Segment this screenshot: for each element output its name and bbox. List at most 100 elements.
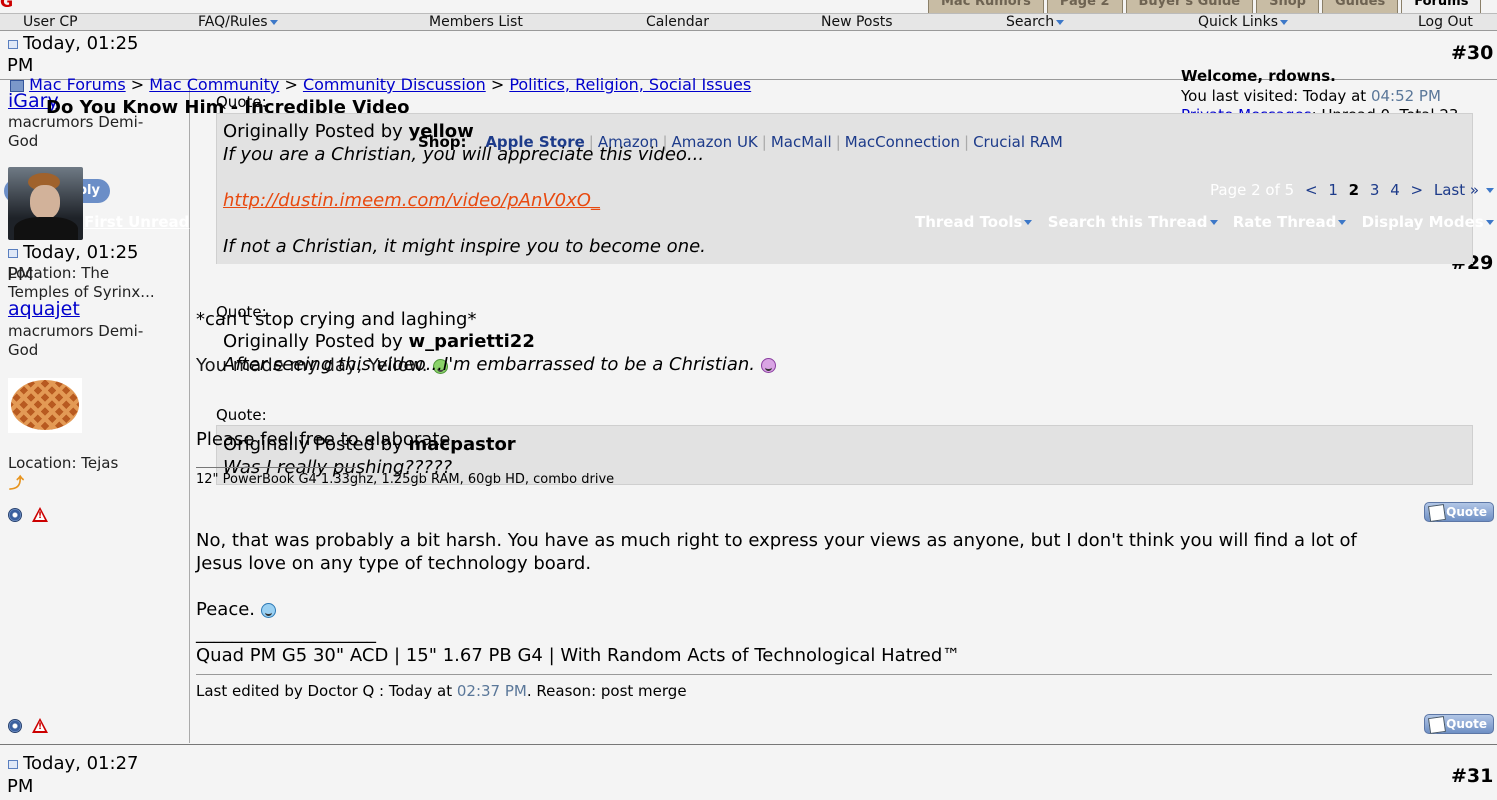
search-this-thread[interactable]: Search this Thread	[1048, 213, 1218, 231]
thread-tools[interactable]: Thread Tools	[915, 213, 1033, 231]
edited-time: 02:37 PM	[456, 682, 527, 700]
page-next[interactable]: >	[1411, 181, 1424, 199]
tab-page-2[interactable]: Page 2	[1046, 0, 1123, 14]
page-2-current: 2	[1348, 181, 1360, 199]
edit-divider	[196, 674, 1492, 675]
dropdown-arrow-icon	[1056, 19, 1065, 25]
breadcrumb-mac-community[interactable]: Mac Community	[149, 75, 279, 94]
post-icon	[8, 249, 18, 258]
post-ampm-31: PM	[7, 776, 34, 797]
tab-shop[interactable]: Shop	[1256, 0, 1319, 14]
first-unread-link[interactable]: First Unread	[84, 213, 189, 231]
video-link[interactable]: http://dustin.imeem.com/video/pAnV0xO_	[223, 190, 600, 211]
report-warning-icon[interactable]	[32, 718, 48, 733]
dropdown-arrow-icon	[1280, 19, 1289, 25]
signature-aquajet: 12" PowerBook G4 1.33ghz, 1.25gb RAM, 60…	[196, 472, 615, 487]
shop-label: Shop:	[418, 133, 467, 151]
post-date-30: Today, 01:25	[8, 33, 138, 54]
dropdown-arrow-icon	[1338, 220, 1347, 225]
nav-calendar[interactable]: Calendar	[646, 14, 709, 30]
signature-divider-text: ____________________	[196, 623, 376, 644]
nav-search[interactable]: Search	[1006, 14, 1065, 30]
shop-macmall[interactable]: MacMall	[771, 133, 832, 151]
online-status-icon	[8, 508, 22, 522]
breadcrumb: Mac Forums > Mac Community > Community D…	[10, 75, 751, 94]
quote-text-w-parietti: After seeing this video...I'm embarrasse…	[223, 353, 776, 376]
breadcrumb-separator: >	[490, 75, 505, 94]
welcome-greeting: Welcome, rdowns.	[1181, 67, 1336, 85]
quote-attribution: Originally Posted by w_parietti22	[223, 331, 535, 352]
breadcrumb-separator: >	[284, 75, 298, 94]
page-1[interactable]: 1	[1328, 181, 1338, 199]
post-date-29: Today, 01:25	[8, 242, 138, 263]
user-title-aquajet-2: God	[8, 341, 39, 359]
dropdown-arrow-icon	[1024, 220, 1033, 225]
last-visited: You last visited: Today at 04:52 PM	[1181, 87, 1441, 105]
avatar-aquajet	[8, 378, 82, 433]
nav-new-posts[interactable]: New Posts	[821, 14, 893, 30]
quote-author: w_parietti22	[408, 331, 535, 352]
tab-forums[interactable]: Forums	[1401, 0, 1482, 14]
dropdown-arrow-icon	[1209, 220, 1218, 225]
signature-divider	[196, 467, 356, 468]
breadcrumb-politics[interactable]: Politics, Religion, Social Issues	[509, 75, 751, 94]
user-title-igary: macrumors Demi-	[8, 113, 144, 131]
nav-members-list[interactable]: Members List	[429, 14, 523, 30]
report-warning-icon[interactable]	[32, 507, 48, 522]
thread-tools-bar: Thread Tools Search this Thread Rate Thr…	[915, 213, 1494, 231]
shop-apple-store[interactable]: Apple Store	[485, 133, 584, 151]
quote-button[interactable]: Quote	[1424, 714, 1494, 734]
tab-buyers-guide[interactable]: Buyer's Guide	[1125, 0, 1254, 14]
smiley-tongue-icon	[760, 357, 776, 373]
display-modes[interactable]: Display Modes	[1362, 213, 1494, 231]
dropdown-arrow-icon	[269, 19, 278, 25]
logo-fragment: G	[0, 0, 14, 11]
dropdown-arrow-icon	[1485, 220, 1494, 225]
shop-macconnection[interactable]: MacConnection	[845, 133, 960, 151]
dropdown-arrow-icon[interactable]	[1485, 188, 1494, 193]
quote-text-2: If not a Christian, it might inspire you…	[223, 236, 706, 257]
user-title-igary-2: God	[8, 132, 39, 150]
post-date-31: Today, 01:27	[8, 753, 138, 774]
site-tabs: Mac Rumors Page 2 Buyer's Guide Shop Gui…	[928, 0, 1484, 14]
shop-crucial-ram[interactable]: Crucial RAM	[973, 133, 1063, 151]
post-body-line1: No, that was probably a bit harsh. You h…	[196, 530, 1357, 551]
signature-igary: Quad PM G5 30" ACD | 15" 1.67 PB G4 | Wi…	[196, 645, 961, 666]
post-number-30[interactable]: #30	[1451, 42, 1493, 64]
page-last[interactable]: Last »	[1434, 181, 1479, 199]
post-body-peace: Peace.	[196, 598, 276, 621]
shop-bar: Shop: Apple Store | Amazon | Amazon UK | MacMa…	[418, 133, 1063, 151]
aim-icon[interactable]: ⤴	[9, 472, 24, 493]
edited-note: Last edited by Doctor Q : Today at 02:37…	[196, 682, 687, 700]
breadcrumb-separator: >	[130, 75, 145, 94]
location-igary-1: Location: The	[8, 264, 110, 282]
nav-user-cp[interactable]: User CP	[23, 14, 78, 30]
rate-thread[interactable]: Rate Thread	[1233, 213, 1347, 231]
nav-faq-rules[interactable]: FAQ/Rules	[198, 14, 278, 30]
breadcrumb-community-discussion[interactable]: Community Discussion	[303, 75, 486, 94]
page-4[interactable]: 4	[1390, 181, 1400, 199]
online-status-icon	[8, 719, 22, 733]
pagination: Page 2 of 5 < 1 2 3 4 > Last »	[1210, 181, 1494, 199]
nav-search-label: Search	[1006, 14, 1055, 30]
post-header-31	[0, 744, 1497, 800]
username-aquajet[interactable]: aquajet	[8, 298, 80, 320]
page-3[interactable]: 3	[1370, 181, 1380, 199]
post-ampm-30: PM	[7, 55, 34, 76]
post-icon	[8, 40, 18, 49]
nav-log-out[interactable]: Log Out	[1418, 14, 1473, 30]
tab-guides[interactable]: Guides	[1321, 0, 1399, 14]
tab-mac-rumors[interactable]: Mac Rumors	[928, 0, 1044, 14]
nav-quick-links[interactable]: Quick Links	[1198, 14, 1289, 30]
nav-faq-label: FAQ/Rules	[198, 14, 268, 30]
post-number-31[interactable]: #31	[1451, 765, 1493, 787]
shop-amazon[interactable]: Amazon	[598, 133, 659, 151]
avatar-igary	[8, 167, 83, 240]
quote-link-wrap: http://dustin.imeem.com/video/pAnV0xO_	[223, 189, 600, 212]
location-aquajet: Location: Tejas	[8, 454, 119, 472]
shop-amazon-uk[interactable]: Amazon UK	[672, 133, 758, 151]
page-prev[interactable]: <	[1305, 181, 1318, 199]
quote-button[interactable]: Quote	[1424, 502, 1494, 522]
quote-label: Quote:	[216, 406, 267, 424]
page-indicator: Page 2 of 5	[1210, 181, 1295, 199]
